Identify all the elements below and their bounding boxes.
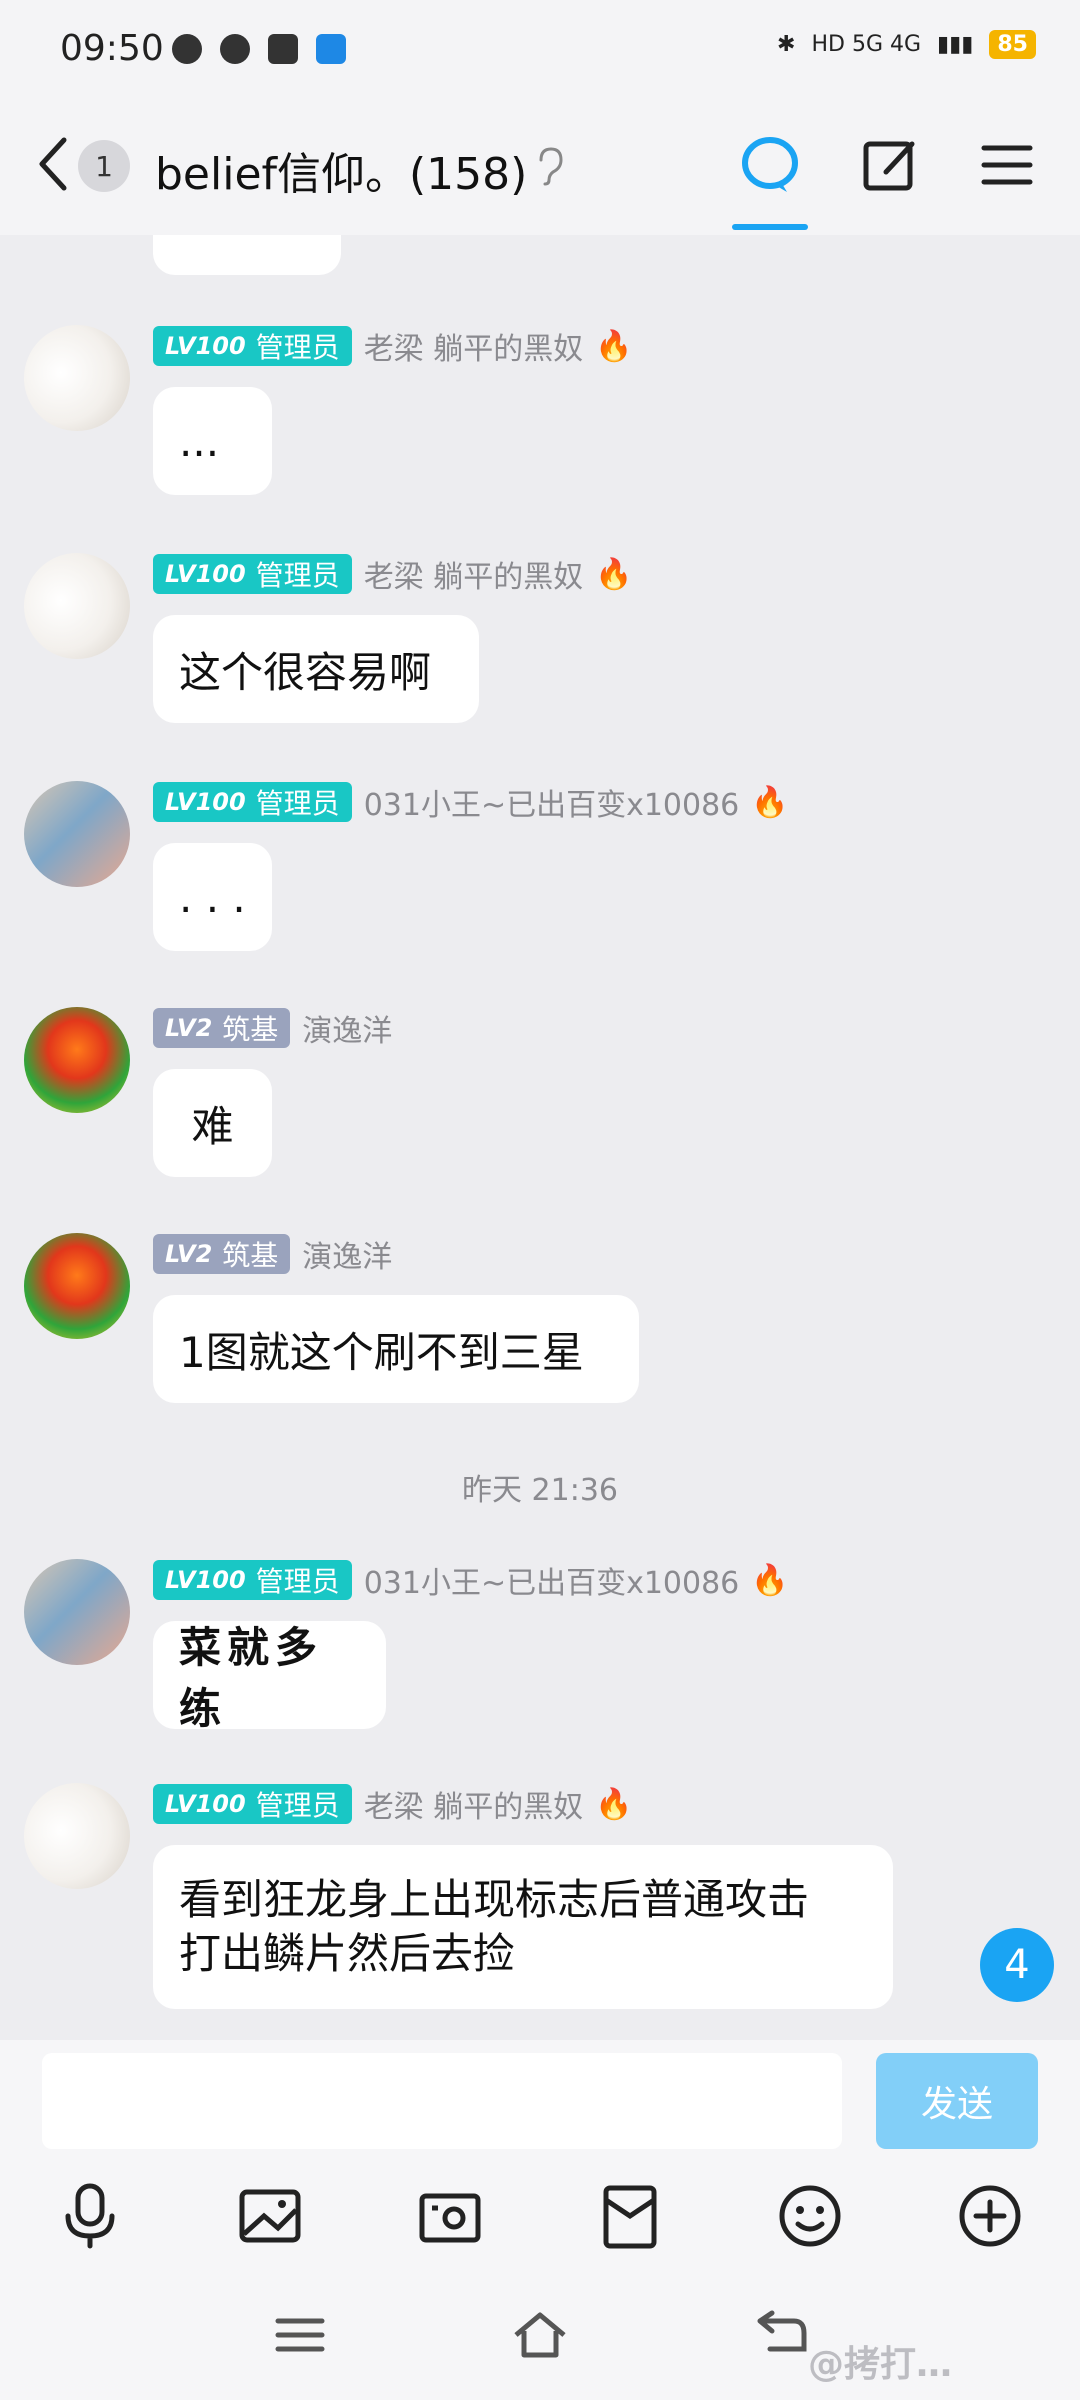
sender-name[interactable]: 演逸洋 [302, 1232, 392, 1276]
fire-icon: 🔥 [595, 1786, 633, 1822]
avatar[interactable] [24, 781, 130, 887]
unread-messages-badge[interactable]: 4 [980, 1928, 1054, 2002]
location-app-icon [316, 34, 346, 64]
chevron-left-icon [39, 137, 67, 191]
level-badge: LV2 筑基 [153, 1234, 291, 1274]
microphone-icon[interactable] [54, 2180, 126, 2252]
battery-indicator: 85 [989, 30, 1036, 59]
message-meta: LV100 管理员 031小王~已出百变x10086 🔥 [153, 781, 789, 823]
bluetooth-icon: ✱ [777, 32, 796, 57]
level-badge: LV2 筑基 [153, 1008, 291, 1048]
avatar[interactable] [24, 1559, 130, 1665]
level-badge: LV100 管理员 [153, 1784, 352, 1824]
fire-icon: 🔥 [751, 784, 789, 820]
avatar[interactable] [24, 553, 130, 659]
ear-icon [535, 146, 565, 195]
message-bubble[interactable]: 1图就这个刷不到三星 [153, 1295, 639, 1403]
sender-name[interactable]: 031小王~已出百变x10086 [364, 1558, 740, 1602]
group-title[interactable]: belief信仰。(158) [155, 138, 527, 202]
menu-icon[interactable] [972, 130, 1042, 200]
unread-count-badge[interactable]: 1 [78, 140, 130, 192]
red-packet-icon[interactable] [594, 2180, 666, 2252]
message-input[interactable] [42, 2053, 842, 2149]
home-icon[interactable] [510, 2305, 570, 2365]
message-bubble[interactable]: 看到狂龙身上出现标志后普通攻击 打出鳞片然后去捡 [153, 1845, 893, 2009]
fire-icon: 🔥 [751, 1562, 789, 1598]
app-notification-icon [220, 34, 250, 64]
avatar[interactable] [24, 1233, 130, 1339]
level-badge: LV100 管理员 [153, 554, 352, 594]
edit-icon[interactable] [856, 130, 926, 200]
avatar[interactable] [24, 325, 130, 431]
message-bubble-cutoff[interactable] [153, 235, 341, 275]
tab-underline [732, 224, 808, 230]
watermark: @拷打… [808, 2344, 953, 2385]
message-bubble[interactable]: 这个很容易啊 [153, 615, 479, 723]
message-meta: LV100 管理员 老梁 躺平的黑奴 🔥 [153, 325, 633, 367]
sender-name[interactable]: 老梁 躺平的黑奴 [364, 552, 584, 596]
image-icon[interactable] [234, 2180, 306, 2252]
message-meta: LV100 管理员 031小王~已出百变x10086 🔥 [153, 1559, 789, 1601]
message-meta: LV100 管理员 老梁 躺平的黑奴 🔥 [153, 1783, 633, 1825]
chat-tab-icon[interactable] [735, 130, 805, 200]
sender-name[interactable]: 演逸洋 [302, 1006, 392, 1050]
emoji-icon[interactable] [774, 2180, 846, 2252]
message-bubble[interactable]: . . . [153, 843, 272, 951]
status-right-group: ✱ HD 5G 4G ▮▮▮ 85 [777, 30, 1036, 59]
status-time: 09:50 [60, 28, 164, 69]
chat-messages[interactable]: LV100 管理员 老梁 躺平的黑奴 🔥 ... LV100 管理员 老梁 躺平的黑… [0, 235, 1080, 2040]
status-notification-icons [172, 34, 346, 64]
sender-name[interactable]: 老梁 躺平的黑奴 [364, 324, 584, 368]
fire-icon: 🔥 [595, 556, 633, 592]
avatar[interactable] [24, 1783, 130, 1889]
sender-name[interactable]: 老梁 躺平的黑奴 [364, 1782, 584, 1826]
plus-icon[interactable] [954, 2180, 1026, 2252]
signal-icon: ▮▮▮ [937, 32, 974, 57]
fire-icon: 🔥 [595, 328, 633, 364]
message-meta: LV2 筑基 演逸洋 [153, 1233, 392, 1275]
globe-icon [172, 34, 202, 64]
message-line: 打出鳞片然后去捡 [179, 1929, 516, 1978]
status-bar: 09:50 ✱ HD 5G 4G ▮▮▮ 85 [0, 0, 1080, 100]
back-button[interactable] [32, 134, 72, 194]
timestamp: 昨天 21:36 [462, 1473, 618, 1508]
camera-icon[interactable] [414, 2180, 486, 2252]
message-bubble[interactable]: 菜就多练 [153, 1621, 386, 1733]
level-badge: LV100 管理员 [153, 782, 352, 822]
avatar[interactable] [24, 1007, 130, 1113]
message-meta: LV2 筑基 演逸洋 [153, 1007, 392, 1049]
network-label: HD 5G 4G [811, 32, 922, 57]
message-line: 看到狂龙身上出现标志后普通攻击 [179, 1875, 810, 1924]
sender-name[interactable]: 031小王~已出百变x10086 [364, 780, 740, 824]
message-meta: LV100 管理员 老梁 躺平的黑奴 🔥 [153, 553, 633, 595]
back-nav-icon[interactable] [750, 2305, 810, 2365]
recent-apps-icon[interactable] [270, 2305, 330, 2365]
send-button[interactable]: 发送 [876, 2053, 1038, 2149]
message-bubble[interactable]: ... [153, 387, 272, 495]
level-badge: LV100 管理员 [153, 1560, 352, 1600]
mail-icon [268, 34, 298, 64]
level-badge: LV100 管理员 [153, 326, 352, 366]
message-bubble[interactable]: 难 [153, 1069, 272, 1177]
